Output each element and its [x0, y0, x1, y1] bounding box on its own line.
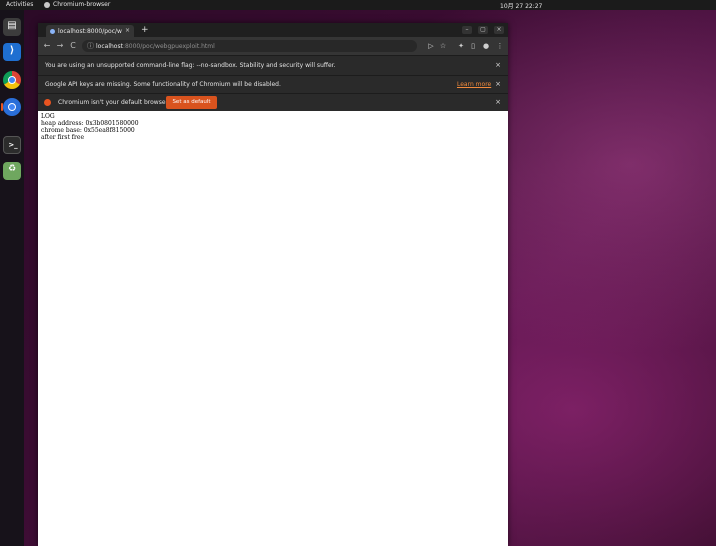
- sandbox-warning-text: You are using an unsupported command-lin…: [45, 62, 336, 69]
- log-line: heap address: 0x3b0801580000: [41, 120, 139, 127]
- chromium-icon: [44, 99, 51, 106]
- infobar-sandbox: You are using an unsupported command-lin…: [38, 55, 508, 75]
- send-icon[interactable]: ▷: [427, 42, 435, 50]
- url-text: localhost:8000/poc/webgpuexploit.html: [96, 43, 215, 50]
- infobar-default-browser: Chromium isn't your default browser Set …: [38, 93, 508, 111]
- infobar-api-keys: Google API keys are missing. Some functi…: [38, 75, 508, 93]
- profile-icon[interactable]: ●: [482, 42, 490, 50]
- log-heading: LOG: [41, 113, 55, 120]
- site-info-icon[interactable]: ⓘ: [87, 41, 94, 51]
- side-panel-icon[interactable]: ▯: [469, 42, 477, 50]
- top-bar: Activities Chromium-browser 10月 27 22:27: [0, 0, 716, 10]
- chromium-icon: [44, 1, 50, 8]
- terminal-icon[interactable]: >_: [3, 136, 21, 154]
- globe-icon: [50, 29, 55, 34]
- bookmark-star-icon[interactable]: ☆: [439, 42, 447, 50]
- chrome-icon[interactable]: [3, 71, 21, 89]
- url-path: :8000/poc/webgpuexploit.html: [122, 43, 215, 50]
- learn-more-link[interactable]: Learn more: [457, 81, 491, 88]
- toolbar: ← → C ⓘ localhost:8000/poc/webgpuexploit…: [38, 37, 508, 55]
- close-icon[interactable]: ×: [495, 80, 501, 88]
- close-window-button[interactable]: ×: [494, 26, 504, 34]
- app-menu[interactable]: Chromium-browser: [44, 1, 110, 8]
- back-button[interactable]: ←: [42, 41, 52, 51]
- new-tab-button[interactable]: +: [141, 25, 149, 35]
- address-bar[interactable]: ⓘ localhost:8000/poc/webgpuexploit.html: [82, 40, 417, 52]
- files-icon[interactable]: ▤: [3, 18, 21, 36]
- default-browser-text: Chromium isn't your default browser: [58, 99, 168, 106]
- extensions-icon[interactable]: ✦: [457, 42, 465, 50]
- chromium-icon[interactable]: [3, 98, 21, 116]
- app-name: Chromium-browser: [53, 1, 111, 8]
- log-line: chrome base: 0x55ea8f815000: [41, 127, 135, 134]
- browser-window: localhost:8000/poc/we... × + – ▢ × ← → C…: [38, 23, 508, 546]
- url-host: localhost: [96, 43, 123, 50]
- menu-kebab-icon[interactable]: ⋮: [496, 42, 504, 50]
- api-keys-warning-text: Google API keys are missing. Some functi…: [45, 81, 281, 88]
- vscode-icon[interactable]: ⟩: [3, 43, 21, 61]
- clock[interactable]: 10月 27 22:27: [500, 1, 542, 10]
- maximize-button[interactable]: ▢: [478, 26, 488, 34]
- close-icon[interactable]: ×: [495, 98, 501, 106]
- log-line: after first free: [41, 134, 84, 141]
- tab-active[interactable]: localhost:8000/poc/we... ×: [46, 25, 134, 37]
- set-as-default-button[interactable]: Set as default: [166, 96, 217, 109]
- minimize-button[interactable]: –: [462, 26, 472, 34]
- tab-title: localhost:8000/poc/we...: [58, 28, 122, 35]
- trash-icon[interactable]: ♻: [3, 162, 21, 180]
- tab-strip: localhost:8000/poc/we... × + – ▢ ×: [38, 23, 508, 37]
- close-icon[interactable]: ×: [495, 61, 501, 69]
- tab-close-icon[interactable]: ×: [125, 27, 130, 34]
- dock: ▤ ⟩ >_ ♻: [0, 10, 24, 546]
- page-content: LOG heap address: 0x3b0801580000 chrome …: [38, 111, 508, 546]
- activities-button[interactable]: Activities: [6, 1, 33, 8]
- reload-button[interactable]: C: [68, 41, 78, 51]
- forward-button[interactable]: →: [55, 41, 65, 51]
